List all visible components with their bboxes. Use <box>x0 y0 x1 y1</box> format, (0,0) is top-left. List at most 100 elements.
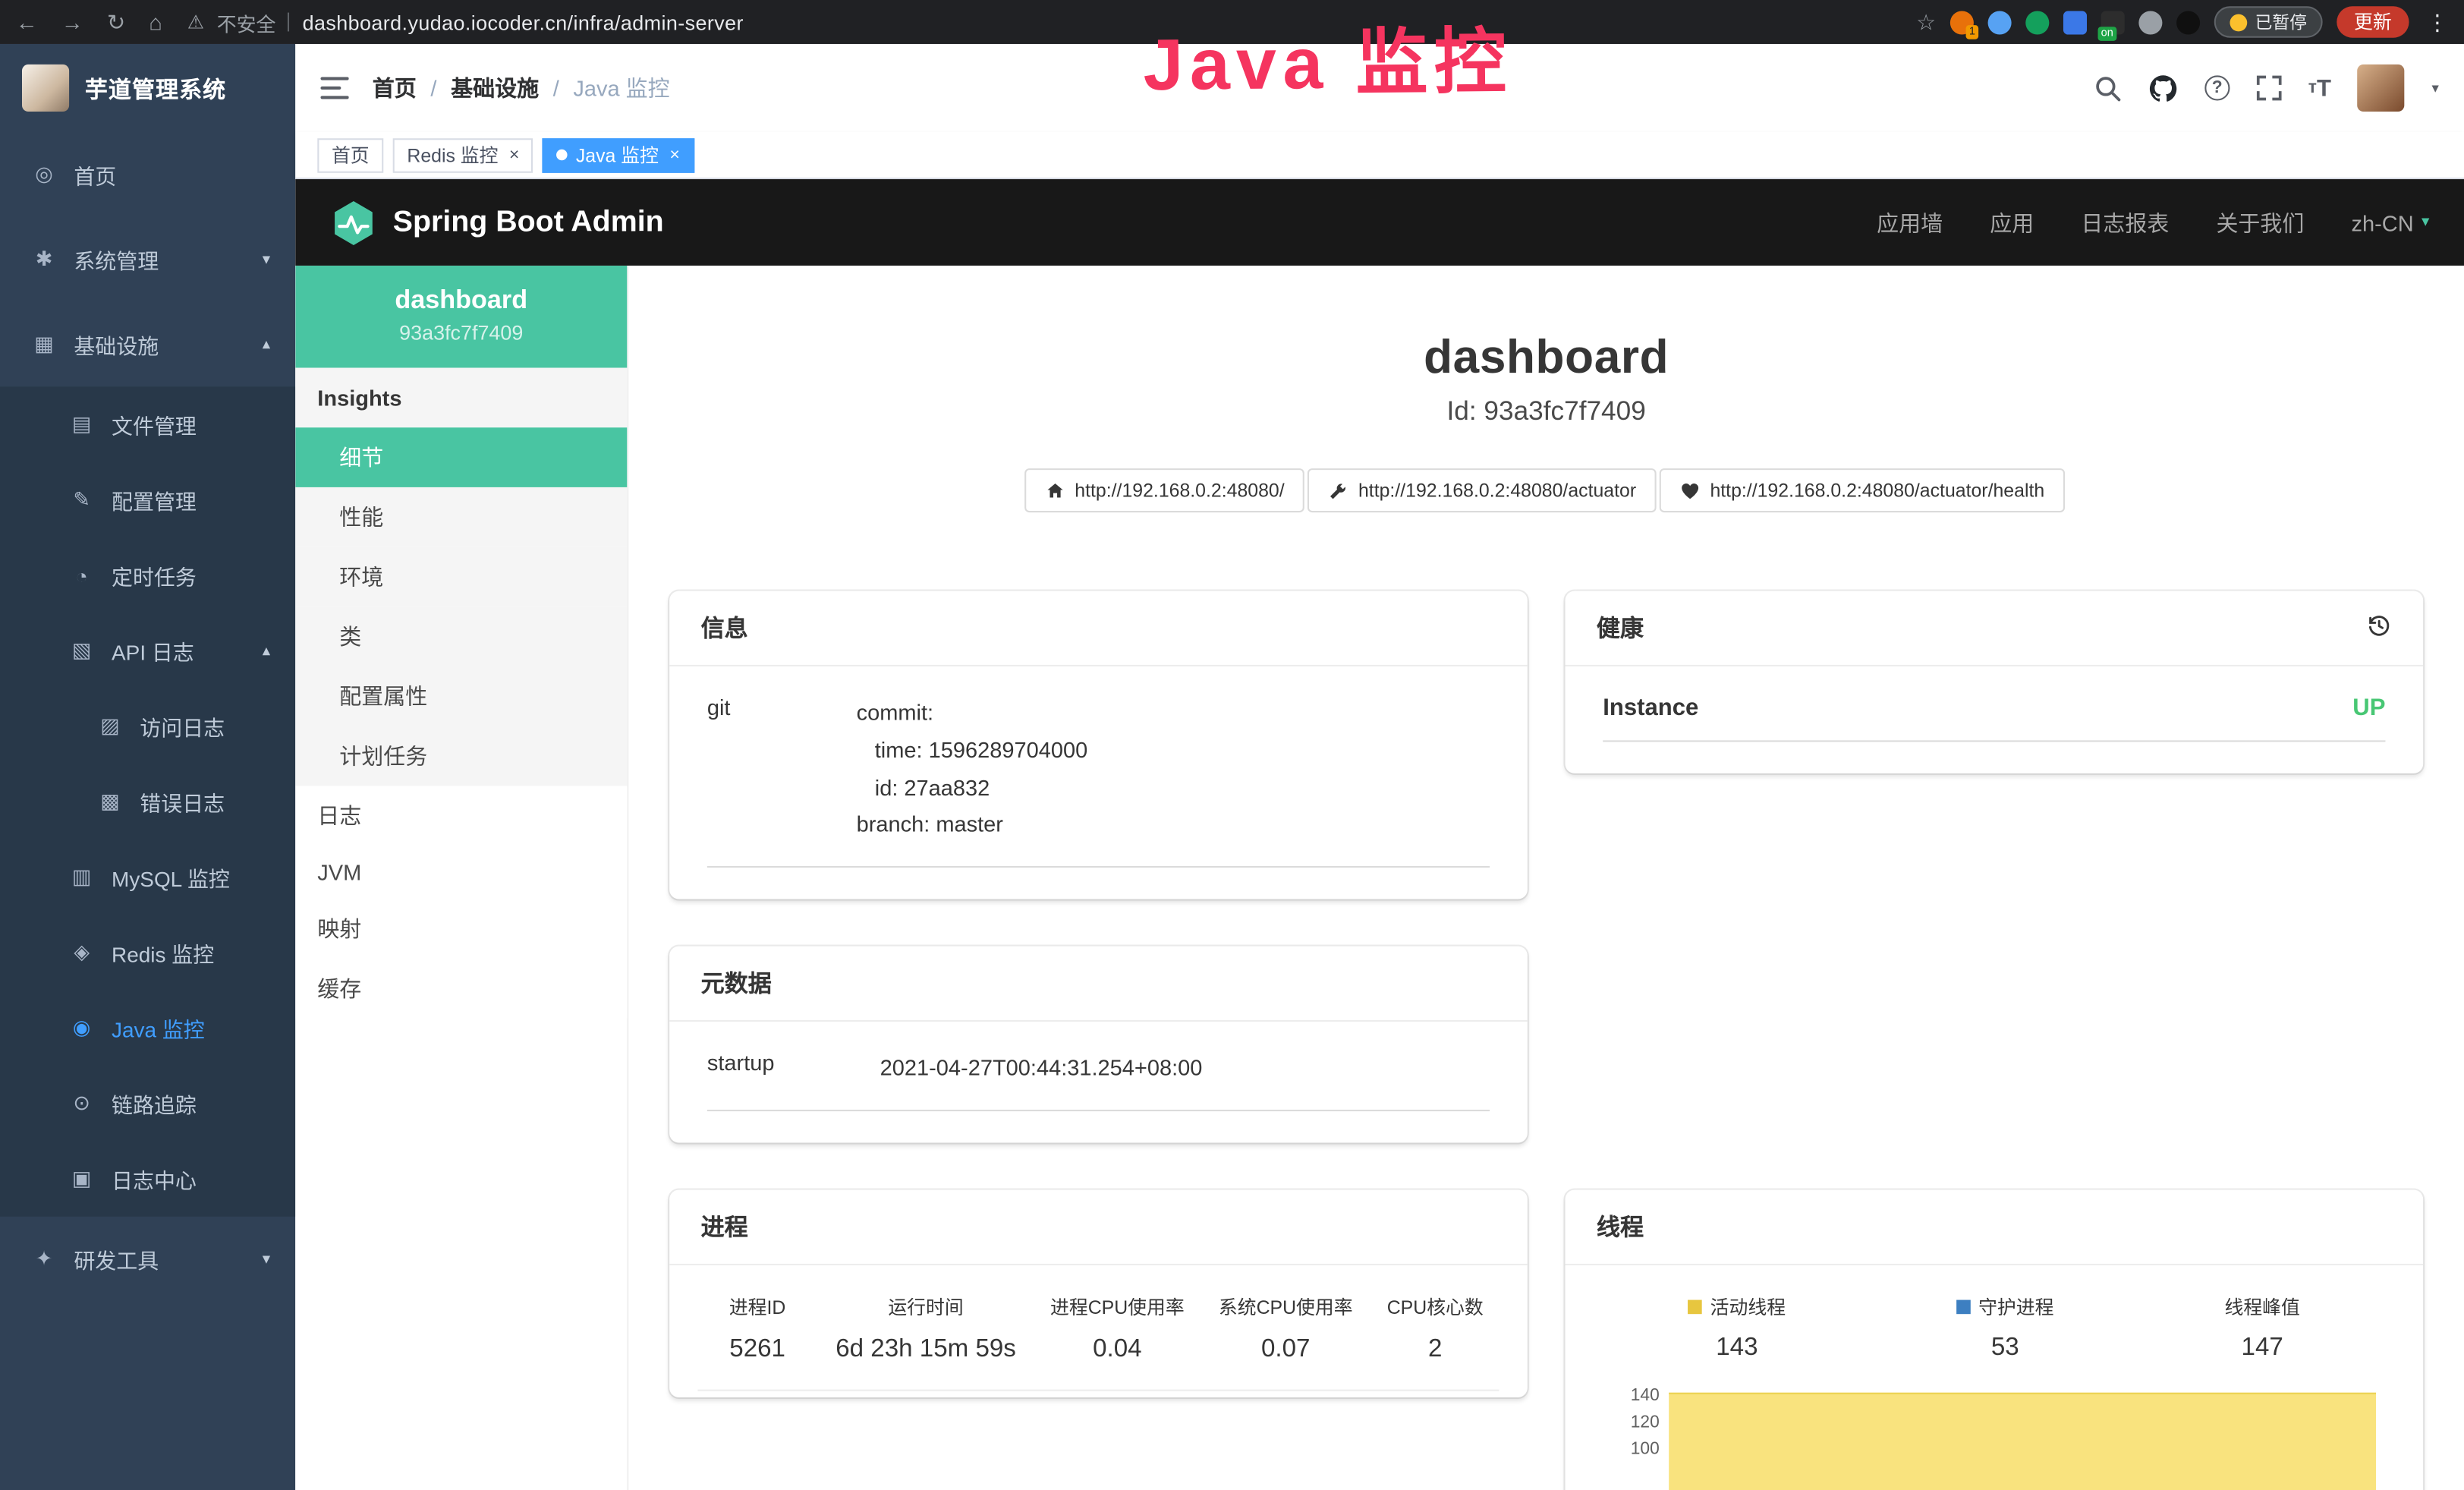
mysql-icon: ▥ <box>69 865 94 890</box>
sba-item-jvm[interactable]: JVM <box>295 846 627 899</box>
card-title: 健康 <box>1597 612 1644 644</box>
extension-icon-1[interactable]: 1 <box>1950 10 1974 33</box>
process-metrics: 进程ID 5261 运行时间 6d 23h 15m 59s <box>697 1290 1499 1391</box>
metric-value: 6d 23h 15m 59s <box>835 1336 1016 1364</box>
back-icon[interactable]: ← <box>16 11 38 33</box>
sidebar-item-tracing[interactable]: ⊙ 链路追踪 <box>0 1066 295 1141</box>
forward-icon[interactable]: → <box>61 11 83 33</box>
sidebar-item-label: 研发工具 <box>74 1243 245 1274</box>
help-icon[interactable]: ? <box>2204 75 2230 100</box>
sba-nav-journal[interactable]: 日志报表 <box>2081 206 2169 238</box>
warning-icon: ⚠ <box>187 11 204 33</box>
sidebar-item-label: 系统管理 <box>74 244 245 275</box>
sidebar-item-config-manage[interactable]: ✎ 配置管理 <box>0 462 295 537</box>
sba-nav-about[interactable]: 关于我们 <box>2216 206 2304 238</box>
extension-icon-4[interactable] <box>2063 10 2087 33</box>
close-icon[interactable]: × <box>509 146 519 165</box>
breadcrumb-infra[interactable]: 基础设施 <box>451 72 539 103</box>
sba-item-caches[interactable]: 缓存 <box>295 959 627 1019</box>
sidebar-item-file-manage[interactable]: ▤ 文件管理 <box>0 386 295 461</box>
sidebar-item-label: API 日志 <box>112 635 245 666</box>
breadcrumb-separator: / <box>553 75 559 100</box>
sba-item-config-props[interactable]: 配置属性 <box>295 666 627 726</box>
actuator-url-button[interactable]: http://192.168.0.2:48080/actuator <box>1308 468 1657 512</box>
update-button[interactable]: 更新 <box>2337 6 2409 37</box>
sba-item-scheduled-tasks[interactable]: 计划任务 <box>295 726 627 786</box>
instance-url-label: http://192.168.0.2:48080/ <box>1075 480 1284 502</box>
home-icon <box>1045 480 1065 501</box>
sba-language-select[interactable]: zh-CN ▾ <box>2352 209 2430 235</box>
sba-brand[interactable]: Spring Boot Admin <box>330 199 664 246</box>
history-icon[interactable] <box>2367 613 2392 644</box>
sba-item-details[interactable]: 细节 <box>295 427 627 487</box>
url-text[interactable]: dashboard.yudao.iocoder.cn/infra/admin-s… <box>303 10 744 33</box>
bookmark-star-icon[interactable]: ☆ <box>1916 11 1936 33</box>
breadcrumb-home[interactable]: 首页 <box>373 72 417 103</box>
sidebar-item-infra[interactable]: ▦ 基础设施 ▴ <box>0 302 295 387</box>
sidebar-item-error-log[interactable]: ▩ 错误日志 <box>0 764 295 839</box>
github-icon[interactable] <box>2148 73 2178 102</box>
tab-redis-monitor[interactable]: Redis 监控 × <box>393 137 533 172</box>
sba-main: dashboard Id: 93a3fc7f7409 http://192.16… <box>628 266 2464 1490</box>
app-logo[interactable]: 芋道管理系统 <box>0 44 295 132</box>
fullscreen-icon[interactable] <box>2256 75 2281 100</box>
search-icon[interactable] <box>2094 74 2121 101</box>
sidebar-item-access-log[interactable]: ▨ 访问日志 <box>0 688 295 764</box>
avatar[interactable] <box>2358 65 2405 112</box>
edit-icon: ✎ <box>69 487 94 512</box>
extension-icon-7[interactable] <box>2176 10 2200 33</box>
sidebar-item-java-monitor[interactable]: ◉ Java 监控 <box>0 991 295 1066</box>
sba-group-insights[interactable]: Insights <box>295 368 627 428</box>
metadata-row-startup: startup 2021-04-27T00:44:31.254+08:00 <box>707 1051 1490 1111</box>
page-title: dashboard <box>628 332 2464 385</box>
font-size-icon[interactable]: тT <box>2308 76 2331 99</box>
sba-item-classes[interactable]: 类 <box>295 606 627 666</box>
sidebar-item-scheduled-jobs[interactable]: ◔ 定时任务 <box>0 537 295 613</box>
instance-url-button[interactable]: http://192.168.0.2:48080/ <box>1024 468 1305 512</box>
reload-icon[interactable]: ↻ <box>107 11 125 33</box>
infra-submenu: ▤ 文件管理 ✎ 配置管理 ◔ 定时任务 ▧ API 日志 ▴ <box>0 386 295 1216</box>
sidebar-item-label: 错误日志 <box>140 786 295 817</box>
home-icon[interactable]: ⌂ <box>149 11 162 33</box>
browser-window: ← → ↻ ⌂ ⚠ 不安全 dashboard.yudao.iocoder.cn… <box>0 0 2464 1490</box>
sba-brand-label: Spring Boot Admin <box>393 205 664 240</box>
sidebar-item-home[interactable]: ◎ 首页 <box>0 132 295 217</box>
sba-item-environment[interactable]: 环境 <box>295 547 627 607</box>
tab-java-monitor[interactable]: Java 监控 × <box>543 137 694 172</box>
sba-item-logs[interactable]: 日志 <box>295 786 627 846</box>
extension-icon-3[interactable] <box>2025 10 2049 33</box>
threads-card: 线程 活动线程 1 <box>1566 1190 2424 1490</box>
address-bar[interactable]: ⚠ 不安全 dashboard.yudao.iocoder.cn/infra/a… <box>187 7 1897 36</box>
instance-header: dashboard 93a3fc7f7409 <box>295 266 627 368</box>
sidebar-item-log-center[interactable]: ▣ 日志中心 <box>0 1141 295 1216</box>
sidebar-item-system[interactable]: ✱ 系统管理 ▾ <box>0 217 295 302</box>
paused-badge[interactable]: 已暂停 <box>2214 6 2323 37</box>
legend-daemon-threads: 守护进程 53 <box>1956 1293 2053 1362</box>
sidebar-item-api-log[interactable]: ▧ API 日志 ▴ <box>0 613 295 688</box>
trace-icon: ⊙ <box>69 1091 94 1116</box>
sba-nav-wallboard[interactable]: 应用墙 <box>1877 206 1943 238</box>
sba-nav-applications[interactable]: 应用 <box>1990 206 2034 238</box>
close-icon[interactable]: × <box>669 146 679 165</box>
dashboard-icon: ◎ <box>31 162 56 187</box>
browser-menu-icon[interactable]: ⋮ <box>2426 11 2448 33</box>
sidebar-item-mysql-monitor[interactable]: ▥ MySQL 监控 <box>0 840 295 915</box>
sba-item-mappings[interactable]: 映射 <box>295 899 627 959</box>
card-title: 信息 <box>701 612 748 644</box>
health-url-button[interactable]: http://192.168.0.2:48080/actuator/health <box>1660 468 2065 512</box>
error-log-icon: ▩ <box>97 789 122 814</box>
chevron-down-icon[interactable]: ▾ <box>2431 80 2438 97</box>
extension-icon-6[interactable] <box>2138 10 2162 33</box>
sidebar-item-devtools[interactable]: ✦ 研发工具 ▾ <box>0 1217 295 1302</box>
browser-nav-buttons: ← → ↻ ⌂ <box>16 11 162 33</box>
security-label[interactable]: 不安全 <box>217 7 276 36</box>
sidebar-item-redis-monitor[interactable]: ◈ Redis 监控 <box>0 915 295 990</box>
extension-icon-2[interactable] <box>1988 10 2012 33</box>
card-header: 健康 <box>1566 591 2424 666</box>
extension-icon-5[interactable]: on <box>2101 10 2125 33</box>
metric-uptime: 运行时间 6d 23h 15m 59s <box>835 1293 1016 1386</box>
sba-item-performance[interactable]: 性能 <box>295 487 627 547</box>
heart-icon <box>1680 480 1701 501</box>
tab-home[interactable]: 首页 <box>317 137 383 172</box>
hamburger-icon[interactable] <box>320 77 348 99</box>
